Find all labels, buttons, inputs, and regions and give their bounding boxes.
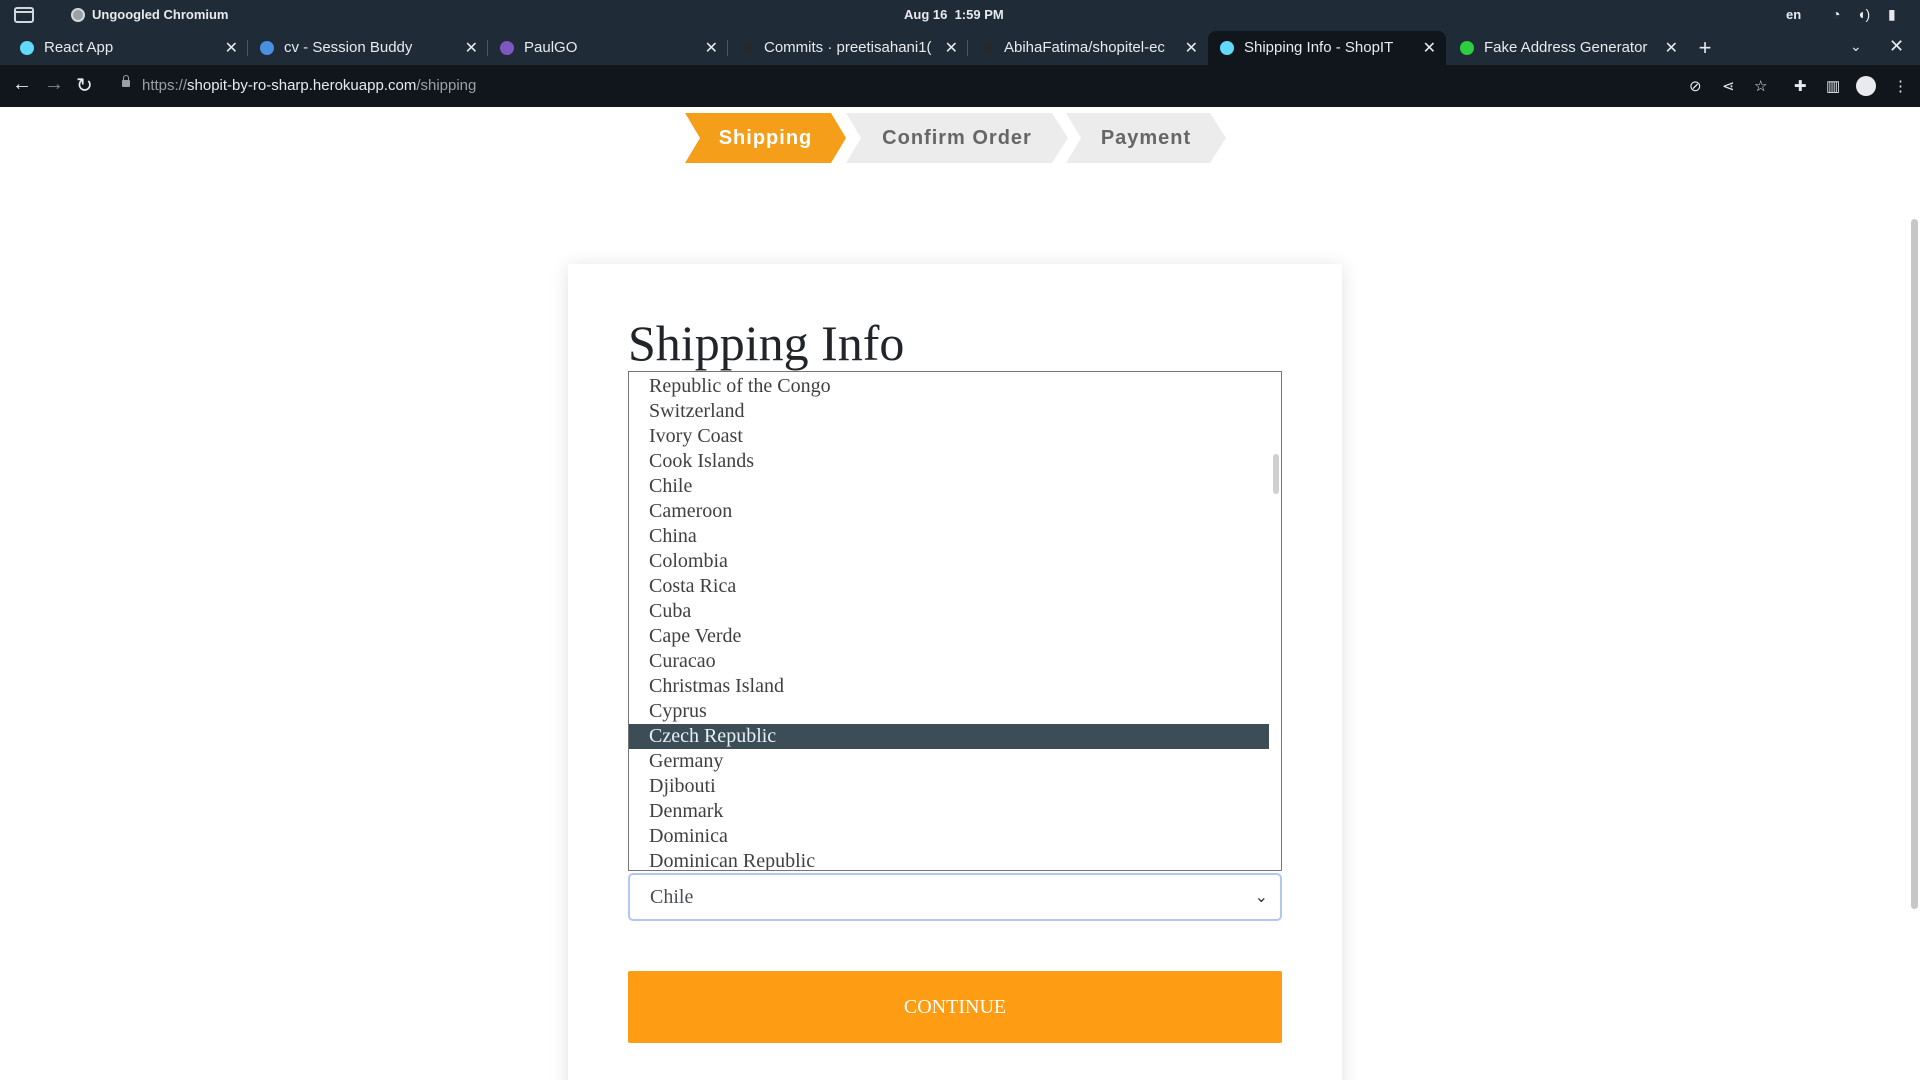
step-label: Confirm Order — [882, 126, 1032, 149]
fake-address-icon — [1460, 41, 1474, 55]
reload-icon[interactable]: ↻ — [76, 73, 93, 98]
new-tab-button[interactable]: + — [1693, 31, 1717, 65]
country-option[interactable]: Cyprus — [629, 699, 1269, 724]
country-option[interactable]: Cape Verde — [629, 624, 1269, 649]
url-scheme: https:// — [142, 77, 188, 94]
language-indicator[interactable]: en — [1786, 7, 1801, 22]
country-option[interactable]: Germany — [629, 749, 1269, 774]
close-icon[interactable]: ✕ — [1185, 38, 1198, 58]
country-option[interactable]: Republic of the Congo — [629, 374, 1269, 399]
chevron-down-icon: ⌄ — [1254, 889, 1268, 906]
close-icon[interactable]: ✕ — [1423, 38, 1436, 58]
github-icon — [740, 41, 754, 55]
page-scrollbar-thumb[interactable] — [1911, 219, 1918, 909]
tab-commits[interactable]: Commits · preetisahani1( ✕ — [728, 31, 968, 65]
tab-react-app[interactable]: React App ✕ — [8, 31, 248, 65]
profile-avatar-icon[interactable] — [1856, 76, 1876, 96]
github-icon — [980, 41, 994, 55]
eye-off-icon[interactable]: ⊘ — [1689, 77, 1702, 95]
lock-icon[interactable] — [122, 75, 130, 87]
tab-title: AbihaFatima/shopitel-ec — [1004, 39, 1165, 56]
volume-icon[interactable]: ◖) — [1857, 6, 1870, 22]
bookmark-star-icon[interactable]: ☆ — [1754, 77, 1767, 95]
address-bar[interactable]: https://shopit-by-ro-sharp.herokuapp.com… — [108, 70, 1690, 102]
react-icon — [1220, 41, 1234, 55]
menu-kebab-icon[interactable]: ⋮ — [1893, 77, 1908, 95]
url-host: shopit-by-ro-sharp.herokuapp.com — [187, 77, 417, 94]
tab-title: Fake Address Generator — [1484, 39, 1648, 56]
country-option[interactable]: Denmark — [629, 799, 1269, 824]
tab-paulgo[interactable]: PaulGO ✕ — [488, 31, 728, 65]
tab-title: Commits · preetisahani1( — [764, 39, 932, 56]
window-close-icon[interactable]: ✕ — [1889, 36, 1904, 57]
step-shipping: Shipping — [685, 113, 846, 163]
close-icon[interactable]: ✕ — [465, 38, 478, 58]
close-icon[interactable]: ✕ — [225, 38, 238, 58]
country-option[interactable]: Chile — [629, 474, 1269, 499]
step-payment: Payment — [1066, 113, 1226, 163]
tab-shipping-info[interactable]: Shipping Info - ShopIT ✕ — [1208, 31, 1446, 65]
page-title: Shipping Info — [628, 315, 905, 371]
step-label: Shipping — [718, 126, 813, 149]
url-path: /shipping — [416, 77, 477, 94]
search-icon — [500, 41, 514, 55]
extensions-icon[interactable]: ✚ — [1794, 77, 1807, 95]
session-buddy-icon — [260, 41, 274, 55]
country-option[interactable]: Cook Islands — [629, 449, 1269, 474]
country-select-value: Chile — [650, 886, 694, 908]
step-confirm-order: Confirm Order — [846, 113, 1068, 163]
country-option[interactable]: Costa Rica — [629, 574, 1269, 599]
close-icon[interactable]: ✕ — [945, 38, 958, 58]
country-dropdown-list[interactable]: Republic of the Congo Switzerland Ivory Co… — [628, 371, 1282, 871]
country-select[interactable]: Chile ⌄ — [628, 873, 1282, 921]
close-icon[interactable]: ✕ — [705, 38, 718, 58]
app-launcher-icon[interactable] — [14, 7, 34, 23]
time: 1:59 PM — [954, 7, 1004, 22]
battery-icon[interactable]: ▮ — [1888, 6, 1896, 23]
page-scrollbar[interactable] — [1908, 107, 1920, 1080]
tab-title: Shipping Info - ShopIT — [1244, 39, 1394, 56]
country-option[interactable]: Colombia — [629, 549, 1269, 574]
tab-title: PaulGO — [524, 39, 578, 56]
page-content: Shipping Confirm Order Payment Shipping … — [0, 107, 1920, 1080]
step-label: Payment — [1100, 126, 1192, 149]
country-option[interactable]: Ivory Coast — [629, 424, 1269, 449]
country-option[interactable]: China — [629, 524, 1269, 549]
country-option[interactable]: Switzerland — [629, 399, 1269, 424]
country-option[interactable]: Djibouti — [629, 774, 1269, 799]
os-top-bar: Ungoogled Chromium Aug 16 1:59 PM en ◔ ◖… — [0, 0, 1920, 31]
tab-title: cv - Session Buddy — [284, 39, 413, 56]
tab-strip: React App ✕ cv - Session Buddy ✕ PaulGO … — [0, 31, 1920, 65]
country-option[interactable]: Czech Republic — [629, 724, 1269, 749]
back-arrow-icon[interactable]: ← — [12, 73, 32, 96]
dropdown-scrollbar-thumb[interactable] — [1273, 454, 1279, 494]
wifi-icon[interactable]: ◔ — [1832, 6, 1840, 22]
share-icon[interactable]: ⋖ — [1722, 77, 1735, 95]
tab-search-chevron-icon[interactable]: ⌄ — [1850, 38, 1862, 55]
date: Aug 16 — [904, 7, 948, 22]
forward-arrow-icon[interactable]: → — [44, 73, 64, 96]
country-option[interactable]: Dominican Republic — [629, 849, 1269, 870]
country-option[interactable]: Dominica — [629, 824, 1269, 849]
country-option[interactable]: Christmas Island — [629, 674, 1269, 699]
tab-title: React App — [44, 39, 114, 56]
tab-session-buddy[interactable]: cv - Session Buddy ✕ — [248, 31, 488, 65]
tab-abihafatima[interactable]: AbihaFatima/shopitel-ec ✕ — [968, 31, 1208, 65]
url-text[interactable]: https://shopit-by-ro-sharp.herokuapp.com… — [142, 77, 476, 94]
app-name: Ungoogled Chromium — [92, 7, 229, 22]
country-option[interactable]: Cuba — [629, 599, 1269, 624]
country-option[interactable]: Curacao — [629, 649, 1269, 674]
tab-fake-address-generator[interactable]: Fake Address Generator ✕ — [1448, 31, 1688, 65]
react-icon — [20, 41, 34, 55]
browser-toolbar: ← → ↻ https://shopit-by-ro-sharp.herokua… — [0, 65, 1920, 107]
side-panel-icon[interactable]: ▥ — [1826, 77, 1840, 95]
continue-label: CONTINUE — [903, 995, 1007, 1018]
country-option[interactable]: Cameroon — [629, 499, 1269, 524]
continue-button[interactable]: CONTINUE — [628, 971, 1282, 1043]
chromium-icon — [71, 8, 85, 22]
clock[interactable]: Aug 16 1:59 PM — [904, 7, 1004, 22]
close-icon[interactable]: ✕ — [1665, 38, 1678, 58]
